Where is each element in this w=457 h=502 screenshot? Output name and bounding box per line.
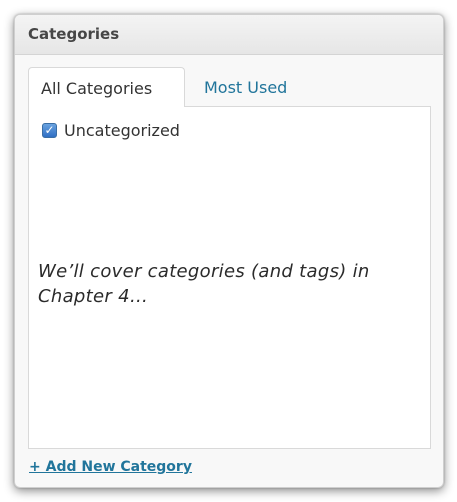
tab-most-used[interactable]: Most Used bbox=[192, 67, 322, 107]
panel-title: Categories bbox=[28, 25, 120, 43]
add-new-category-link[interactable]: + Add New Category bbox=[29, 459, 192, 475]
tab-most-used-label: Most Used bbox=[204, 78, 288, 97]
categories-panel: Categories All Categories Most Used ✓ Un… bbox=[14, 14, 444, 488]
category-item-uncategorized[interactable]: ✓ Uncategorized bbox=[42, 121, 180, 140]
category-checkbox[interactable]: ✓ bbox=[42, 123, 57, 138]
tab-all-categories[interactable]: All Categories bbox=[28, 67, 185, 107]
category-list: ✓ Uncategorized We’ll cover categories (… bbox=[28, 106, 431, 449]
category-label: Uncategorized bbox=[64, 121, 180, 140]
tab-all-categories-label: All Categories bbox=[41, 79, 153, 98]
panel-header: Categories bbox=[15, 15, 443, 55]
handwritten-note: We’ll cover categories (and tags) in Cha… bbox=[38, 261, 370, 307]
